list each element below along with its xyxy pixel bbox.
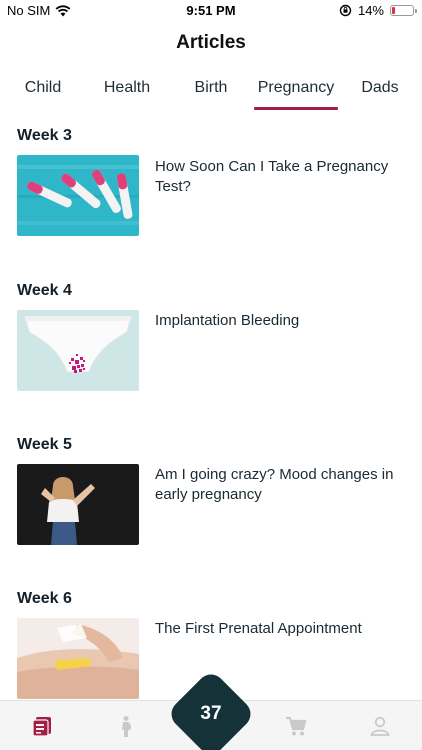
battery-fill (392, 7, 395, 14)
articles-icon[interactable] (31, 715, 53, 737)
article-title[interactable]: The First Prenatal Appointment (155, 619, 405, 639)
prenatal-exam-photo (17, 618, 139, 699)
battery-percent: 14% (357, 3, 384, 18)
status-right: 14% (339, 3, 417, 18)
page-title: Articles (176, 32, 246, 53)
article-thumbnail[interactable] (17, 618, 139, 699)
article-thumbnail[interactable] (17, 310, 139, 391)
category-tabs: Child Health Birth Pregnancy Dads (0, 78, 422, 112)
tab-health[interactable]: Health (103, 78, 151, 110)
pregnancy-icon[interactable] (115, 715, 137, 737)
week-label: Week 6 (17, 590, 72, 607)
current-week-number[interactable]: 37 (179, 682, 243, 746)
tab-birth[interactable]: Birth (194, 78, 228, 110)
shop-cart-icon[interactable] (285, 715, 307, 737)
tab-child[interactable]: Child (24, 78, 62, 110)
status-bar: No SIM 9:51 PM 14% (0, 0, 422, 22)
tab-pregnancy[interactable]: Pregnancy (254, 78, 338, 110)
week-label: Week 4 (17, 282, 72, 299)
article-title[interactable]: How Soon Can I Take a Pregnancy Test? (155, 157, 405, 197)
woman-portrait-photo (17, 464, 139, 545)
article-title[interactable]: Am I going crazy? Mood changes in early … (155, 465, 405, 505)
tab-dads[interactable]: Dads (361, 78, 399, 110)
underwear-photo (17, 310, 139, 391)
article-thumbnail[interactable] (17, 464, 139, 545)
pregnancy-tests-photo (17, 155, 139, 236)
battery-tip (415, 9, 417, 13)
week-label: Week 5 (17, 436, 72, 453)
battery-icon (390, 5, 417, 16)
week-label: Week 3 (17, 127, 72, 144)
article-title[interactable]: Implantation Bleeding (155, 311, 405, 331)
orientation-lock-icon (339, 4, 352, 17)
profile-icon[interactable] (369, 715, 391, 737)
article-thumbnail[interactable] (17, 155, 139, 236)
